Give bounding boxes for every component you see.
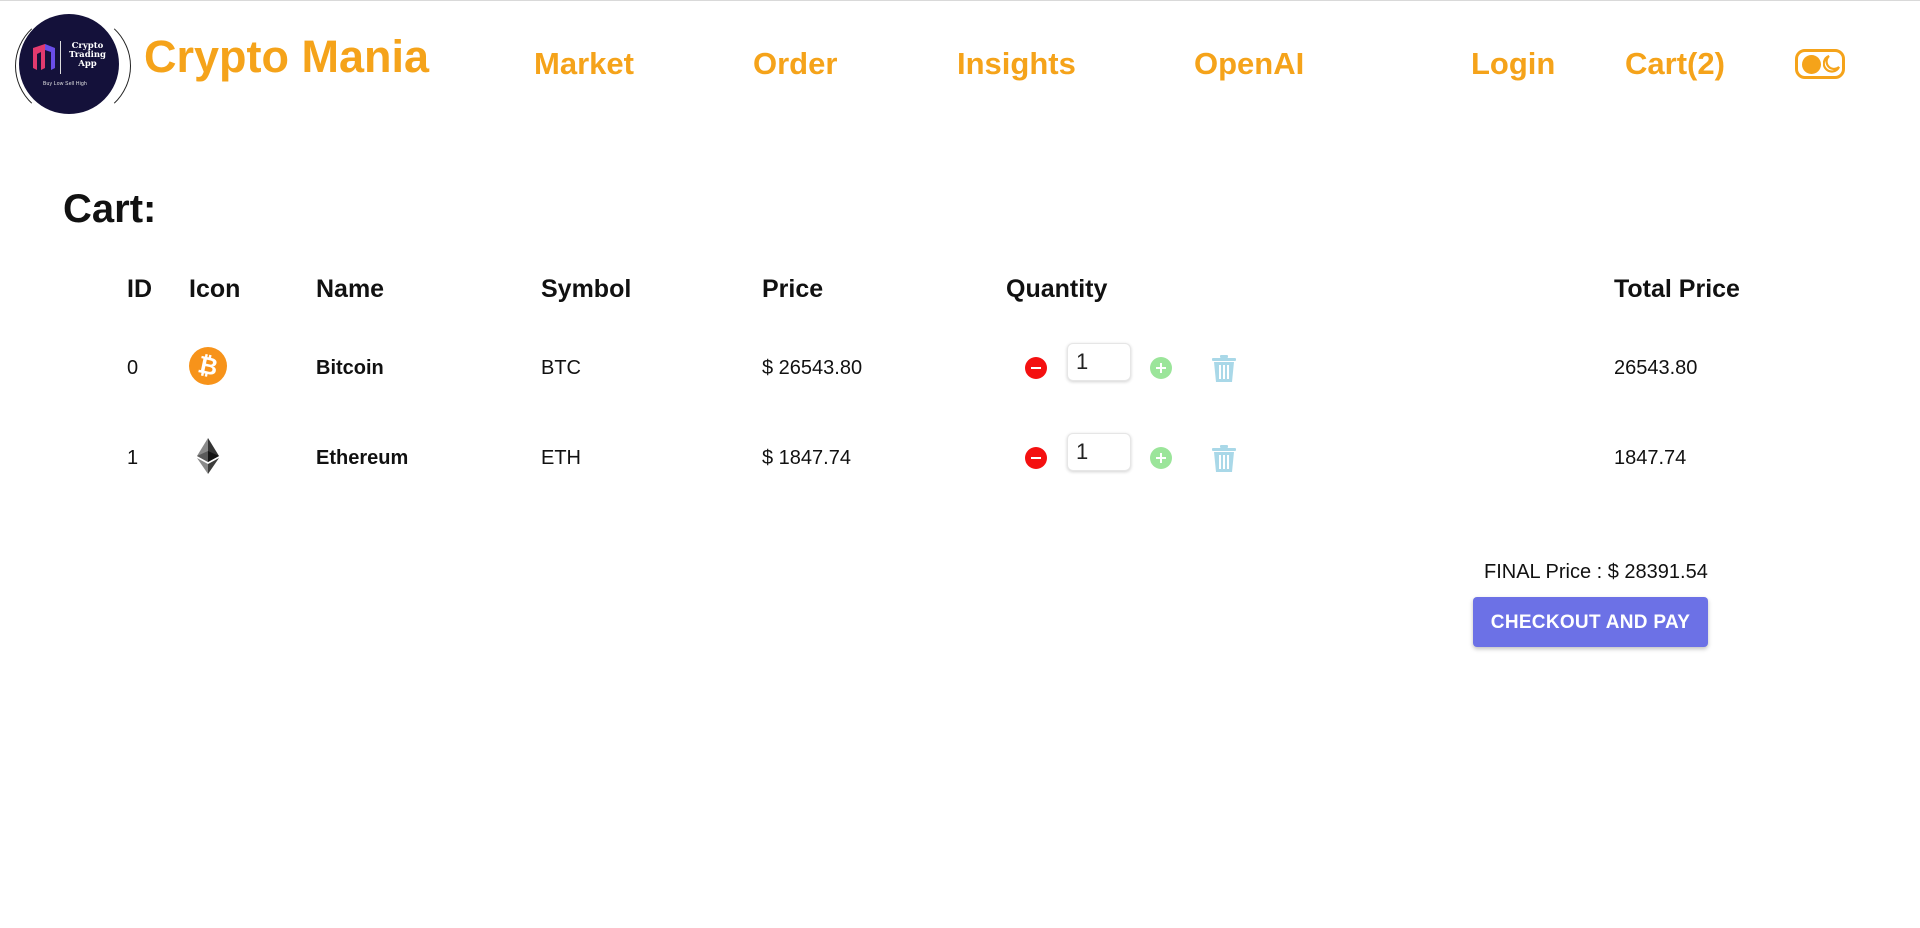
logo-mark-icon bbox=[33, 44, 55, 70]
column-header-name: Name bbox=[316, 275, 385, 303]
row-id: 0 bbox=[127, 357, 139, 379]
column-header-icon: Icon bbox=[189, 275, 241, 303]
row-total-price: 1847.74 bbox=[1614, 447, 1687, 469]
logo-tagline: Buy Low Sell High bbox=[43, 81, 87, 87]
checkout-and-pay-button[interactable]: CHECKOUT AND PAY bbox=[1473, 597, 1708, 647]
column-header-total-price: Total Price bbox=[1614, 275, 1740, 303]
bitcoin-icon: ₿ bbox=[189, 347, 227, 385]
theme-toggle[interactable] bbox=[1795, 49, 1845, 79]
final-price: FINAL Price : $ 28391.54 bbox=[1484, 561, 1708, 583]
increase-quantity-button[interactable] bbox=[1150, 447, 1172, 469]
app-logo[interactable]: Crypto Trading App Buy Low Sell High bbox=[15, 12, 131, 120]
nav-order[interactable]: Order bbox=[753, 46, 837, 82]
row-price: $ 26543.80 bbox=[762, 357, 863, 379]
quantity-input[interactable] bbox=[1067, 343, 1131, 381]
column-header-id: ID bbox=[127, 275, 152, 303]
nav-insights[interactable]: Insights bbox=[957, 46, 1076, 82]
row-name: Ethereum bbox=[316, 447, 409, 469]
row-name: Bitcoin bbox=[316, 357, 384, 379]
logo-text-line3: App bbox=[78, 59, 97, 69]
row-symbol: ETH bbox=[541, 447, 581, 469]
row-id: 1 bbox=[127, 447, 139, 469]
logo-divider bbox=[60, 41, 61, 74]
nav-cart[interactable]: Cart(2) bbox=[1625, 46, 1725, 82]
increase-quantity-button[interactable] bbox=[1150, 357, 1172, 379]
nav-openai[interactable]: OpenAI bbox=[1194, 46, 1304, 82]
trash-icon[interactable] bbox=[1211, 355, 1237, 383]
logo-text: Crypto Trading App bbox=[65, 42, 110, 69]
brand-title[interactable]: Crypto Mania bbox=[144, 31, 429, 83]
column-header-symbol: Symbol bbox=[541, 275, 632, 303]
toggle-knob bbox=[1802, 55, 1821, 74]
nav-market[interactable]: Market bbox=[534, 46, 634, 82]
ethereum-icon bbox=[197, 438, 219, 474]
row-price: $ 1847.74 bbox=[762, 447, 851, 469]
trash-icon[interactable] bbox=[1211, 445, 1237, 473]
decrease-quantity-button[interactable] bbox=[1025, 447, 1047, 469]
column-header-quantity: Quantity bbox=[1006, 275, 1108, 303]
nav-login[interactable]: Login bbox=[1471, 46, 1555, 82]
column-header-price: Price bbox=[762, 275, 824, 303]
cart-title: Cart: bbox=[63, 187, 157, 231]
row-total-price: 26543.80 bbox=[1614, 357, 1698, 379]
row-symbol: BTC bbox=[541, 357, 581, 379]
quantity-input[interactable] bbox=[1067, 433, 1131, 471]
decrease-quantity-button[interactable] bbox=[1025, 357, 1047, 379]
moon-icon bbox=[1823, 54, 1840, 73]
